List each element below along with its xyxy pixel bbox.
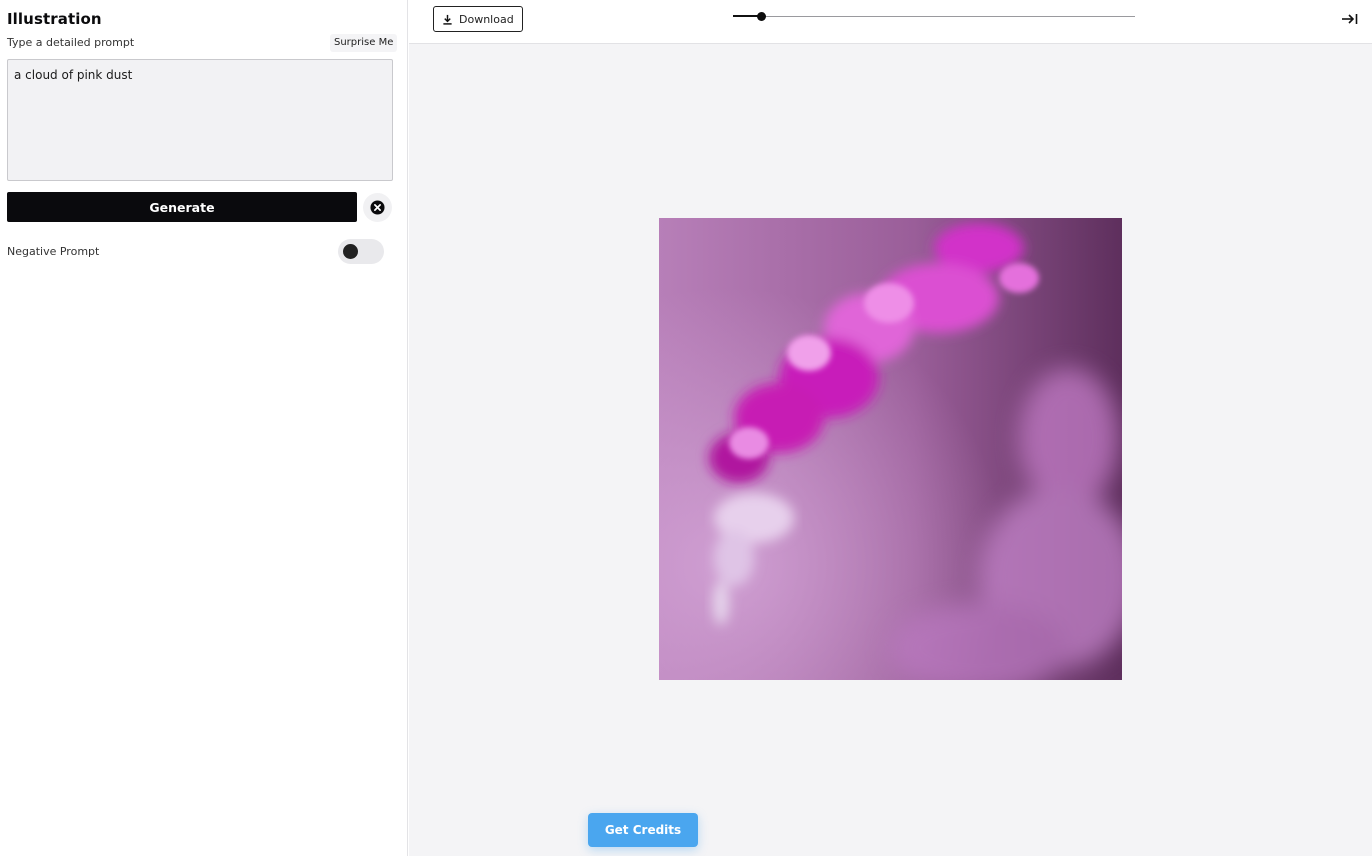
slider-track	[733, 16, 1135, 17]
download-button[interactable]: Download	[433, 6, 523, 32]
canvas-toolbar: Download	[409, 0, 1372, 44]
get-credits-button[interactable]: Get Credits	[588, 813, 698, 847]
toggle-knob	[343, 244, 358, 259]
prompt-label: Type a detailed prompt	[7, 36, 135, 49]
prompt-input[interactable]	[7, 59, 393, 181]
settings-sidebar: Illustration Type a detailed prompt Surp…	[0, 0, 408, 856]
canvas-area: Download Get Credits	[409, 0, 1372, 856]
download-icon	[443, 14, 452, 25]
collapse-right-icon	[1341, 14, 1357, 24]
surprise-me-button[interactable]: Surprise Me	[330, 34, 398, 52]
download-label: Download	[459, 12, 514, 26]
generate-button[interactable]: Generate	[7, 192, 357, 222]
generated-image	[659, 218, 1122, 680]
negative-prompt-toggle[interactable]	[338, 239, 384, 264]
app-root: Illustration Type a detailed prompt Surp…	[0, 0, 1372, 856]
negative-prompt-label: Negative Prompt	[7, 245, 100, 258]
close-circle-icon	[370, 200, 385, 215]
panel-title: Illustration	[7, 10, 102, 28]
zoom-slider[interactable]	[733, 9, 1135, 25]
collapse-panel-button[interactable]	[1338, 10, 1360, 28]
slider-thumb[interactable]	[757, 12, 767, 21]
pink-smoke-illustration	[659, 218, 1122, 680]
clear-prompt-button[interactable]	[363, 193, 392, 222]
